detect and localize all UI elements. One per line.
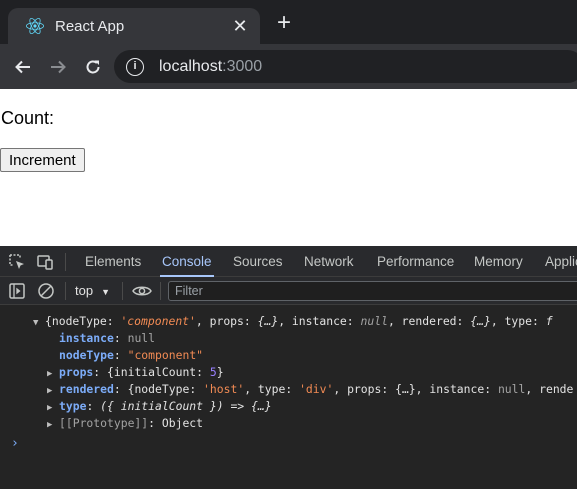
- summary-value: f: [545, 314, 553, 328]
- property-value: , type:: [244, 382, 300, 396]
- toolbar-divider: [122, 282, 123, 300]
- toolbar-divider: [65, 253, 66, 271]
- property-row[interactable]: ▶ props: {initialCount: 5}: [47, 364, 224, 381]
- property-key: [[Prototype]]: [59, 416, 149, 430]
- summary-value: 'component': [120, 314, 196, 328]
- brace: {: [45, 314, 52, 328]
- property-value: Object: [161, 416, 204, 430]
- property-row: nodeType: "component": [59, 348, 204, 362]
- address-bar[interactable]: i localhost:3000: [114, 50, 577, 83]
- forward-arrow-icon: [51, 60, 66, 73]
- summary-value: {…}: [257, 314, 279, 328]
- dropdown-arrow-icon: ▼: [101, 287, 110, 297]
- inspect-element-icon[interactable]: [8, 253, 26, 271]
- sidebar-toggle-icon[interactable]: [8, 282, 26, 300]
- tab-sources[interactable]: Sources: [233, 246, 283, 277]
- property-row: instance: null: [59, 331, 156, 345]
- tab-memory[interactable]: Memory: [474, 246, 523, 277]
- property-key: rendered: [59, 382, 114, 396]
- tab-strip: React App ✕ +: [0, 0, 577, 44]
- toolbar-divider: [65, 282, 66, 300]
- page-viewport: Count: Increment: [0, 89, 577, 246]
- property-value: "component": [127, 348, 204, 362]
- tab-elements[interactable]: Elements: [85, 246, 141, 277]
- url-port: :3000: [222, 57, 263, 75]
- reload-icon: [86, 60, 100, 73]
- tab-console[interactable]: Console: [160, 246, 214, 277]
- property-row[interactable]: ▶ type: ({ initialCount }) => {…}: [47, 398, 272, 415]
- summary-key: instance: [291, 314, 347, 328]
- property-value: null: [127, 331, 156, 345]
- brace: }: [216, 365, 224, 379]
- property-key: type: [59, 399, 87, 413]
- context-label: top: [75, 283, 94, 298]
- object-summary-row[interactable]: ▼ {nodeType: 'component', props: {…}, ins…: [33, 313, 553, 330]
- property-row[interactable]: ▶ rendered: {nodeType: 'host', type: 'div…: [47, 381, 573, 398]
- property-key: instance: [59, 331, 114, 345]
- tab-network[interactable]: Network: [304, 246, 354, 277]
- count-label: Count:: [1, 108, 55, 128]
- summary-key: type: [504, 314, 532, 328]
- back-arrow-icon: [15, 60, 30, 73]
- expand-triangle-icon[interactable]: ▶: [47, 417, 59, 434]
- summary-key: props: [209, 314, 244, 328]
- property-value: , props: {…}, instance:: [333, 382, 498, 396]
- summary-key: rendered: [401, 314, 457, 328]
- forward-button[interactable]: [46, 55, 70, 79]
- property-string: 'div': [299, 382, 334, 396]
- context-selector[interactable]: top ▼: [75, 277, 110, 305]
- browser-toolbar: i localhost:3000: [0, 44, 577, 89]
- device-toolbar-icon[interactable]: [36, 253, 54, 271]
- increment-button[interactable]: Increment: [0, 148, 85, 172]
- close-tab-icon[interactable]: ✕: [230, 16, 250, 37]
- property-value: ({ initialCount }) => {…}: [100, 399, 272, 413]
- react-logo-icon: [26, 17, 44, 35]
- console-prompt[interactable]: ›: [11, 436, 19, 451]
- property-string: 'host': [203, 382, 245, 396]
- property-value: {nodeType:: [127, 382, 204, 396]
- site-info-icon[interactable]: i: [126, 57, 144, 76]
- property-key: nodeType: [59, 348, 114, 362]
- property-value: {initialCount:: [107, 365, 210, 379]
- new-tab-icon[interactable]: +: [272, 11, 296, 35]
- property-number: 5: [209, 365, 217, 379]
- property-null: null: [497, 382, 526, 396]
- browser-tab[interactable]: React App ✕: [8, 8, 260, 44]
- filter-input[interactable]: Filter: [168, 281, 577, 301]
- property-key: props: [59, 365, 94, 379]
- tab-performance[interactable]: Performance: [377, 246, 454, 277]
- live-expression-eye-icon[interactable]: [132, 282, 152, 300]
- collapse-triangle-icon[interactable]: ▼: [33, 315, 45, 332]
- tab-title: React App: [55, 17, 125, 35]
- summary-key: nodeType: [51, 314, 107, 328]
- console-toolbar: top ▼ Filter: [0, 277, 577, 305]
- devtools-panel: Elements Console Sources Network Perform…: [0, 246, 577, 489]
- back-button[interactable]: [11, 55, 35, 79]
- tab-application[interactable]: Applic: [545, 246, 577, 277]
- devtools-tabbar: Elements Console Sources Network Perform…: [0, 246, 577, 277]
- clear-console-icon[interactable]: [37, 282, 55, 300]
- url-host: localhost: [159, 57, 223, 75]
- property-value: , rende: [525, 382, 574, 396]
- toolbar-divider: [160, 282, 161, 300]
- property-row[interactable]: ▶ [[Prototype]]: Object: [47, 415, 203, 432]
- reload-button[interactable]: [81, 55, 105, 79]
- summary-value: null: [360, 314, 388, 328]
- console-output: ▼ {nodeType: 'component' , props: {…}, ins…: [0, 306, 577, 489]
- summary-value: {…}: [470, 314, 491, 328]
